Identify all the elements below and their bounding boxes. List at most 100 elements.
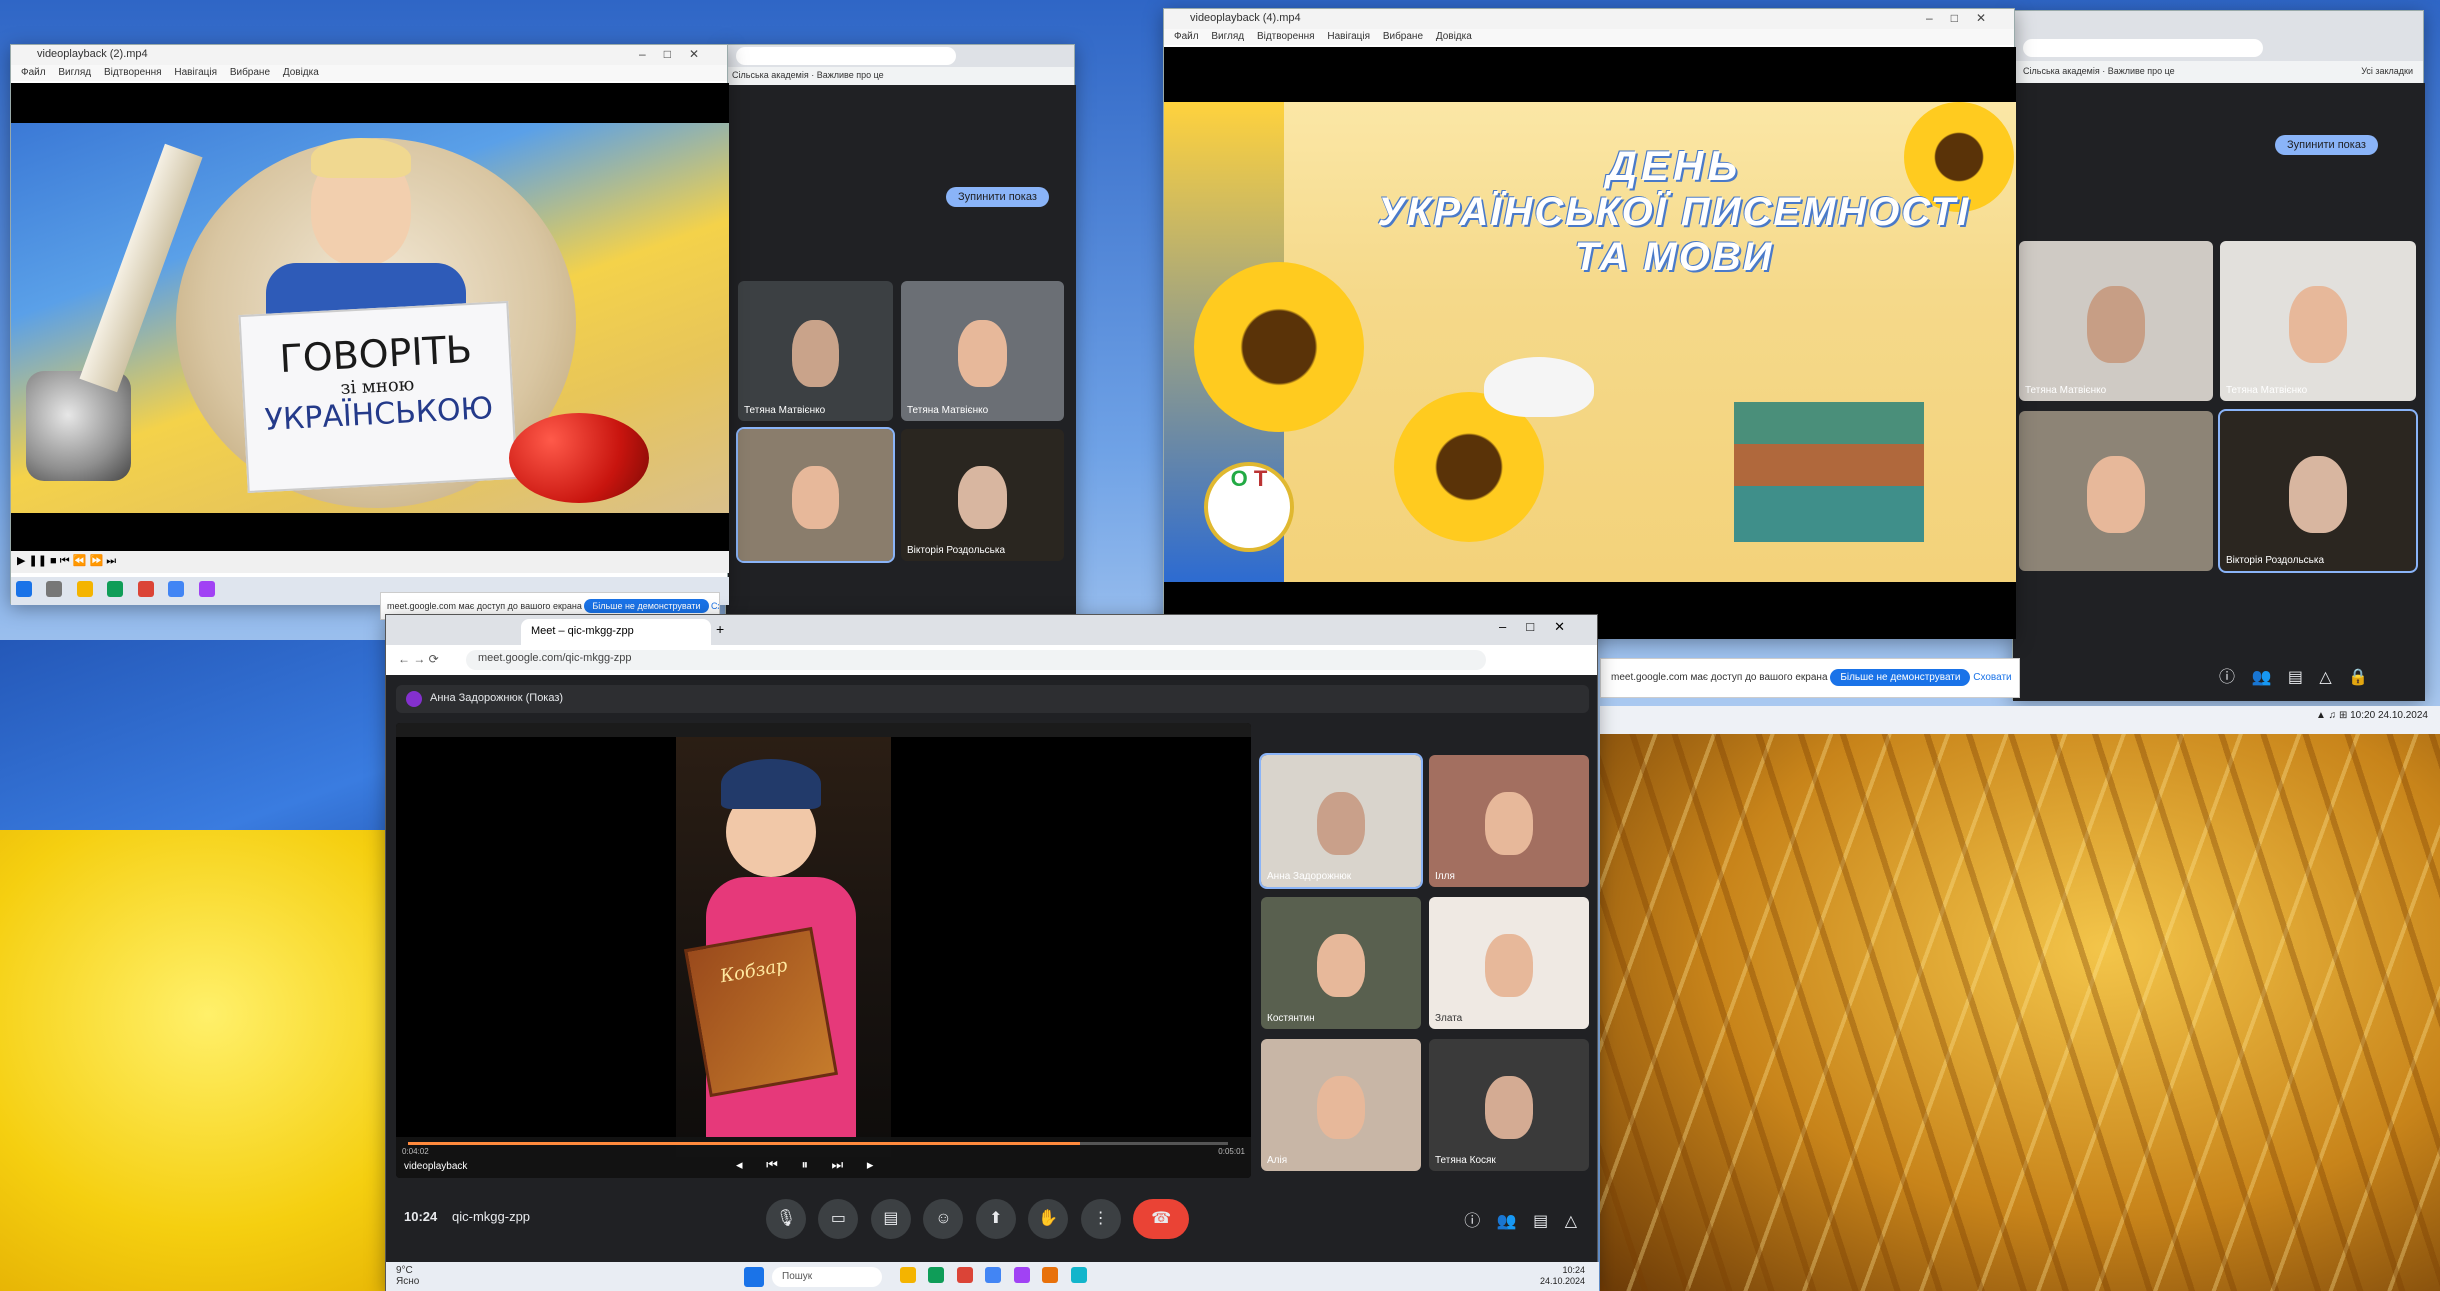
folder-icon[interactable] [900, 1267, 916, 1283]
emoji-icon[interactable]: ☺ [923, 1199, 964, 1239]
edge-icon[interactable] [107, 581, 124, 597]
menu-fav[interactable]: Вибране [1383, 31, 1423, 42]
play-icon[interactable]: ▶ [17, 555, 25, 567]
next-icon[interactable]: ⏭ [106, 555, 116, 567]
folder-icon[interactable] [76, 581, 93, 597]
main-tile-2[interactable]: Ілля [1429, 755, 1589, 887]
notice-hide[interactable]: Сховати [1973, 672, 2011, 683]
main-tile-6[interactable]: Тетяна Косяк [1429, 1039, 1589, 1171]
notice-hide[interactable]: Сховати [711, 601, 719, 611]
bookmark-2[interactable]: Важливе про це [2108, 66, 2175, 76]
right-tile-1[interactable]: Тетяна Матвієнко [2019, 241, 2213, 401]
notice-stop-button[interactable]: Більше не демонструвати [1830, 669, 1971, 686]
camera-icon[interactable]: ▭ [818, 1199, 859, 1239]
url-field[interactable]: meet.google.com/qic-mkgg-zpp [466, 650, 1486, 670]
seek-fill [408, 1142, 1081, 1145]
left-tile-1[interactable]: Тетяна Матвієнко [738, 281, 893, 421]
right-stop-share-button[interactable]: Зупинити показ [2275, 135, 2378, 155]
taskbar-search[interactable]: Пошук [772, 1267, 882, 1287]
chrome-icon[interactable] [137, 581, 154, 597]
menu-nav[interactable]: Навігація [174, 67, 217, 78]
nav-arrows-icon[interactable]: ← → ⟳ [398, 652, 439, 666]
info-icon[interactable]: ⓘ [1464, 1207, 1480, 1231]
right-tile-2[interactable]: Тетяна Матвієнко [2220, 241, 2416, 401]
active-tab[interactable]: Meet – qic-mkgg-zpp [521, 619, 711, 645]
forward-icon[interactable]: ⏩ [89, 555, 103, 567]
tray-time[interactable]: 10:20 [2350, 710, 2375, 721]
pause-icon[interactable]: ❚❚ [29, 555, 47, 567]
participant-face [2288, 455, 2348, 533]
people-icon[interactable]: 👥 [1497, 1211, 1517, 1231]
menu-file[interactable]: Файл [21, 67, 46, 78]
left-tile-3[interactable] [736, 427, 895, 563]
notice-stop-button[interactable]: Більше не демонструвати [584, 599, 709, 613]
activities-icon[interactable]: △ [1565, 1211, 1577, 1231]
participant-name: Анна Задорожнюк [1267, 871, 1352, 882]
present-icon[interactable]: ⬆ [975, 1199, 1016, 1239]
store-icon[interactable] [168, 581, 185, 597]
chat-icon[interactable]: ▤ [1533, 1211, 1548, 1231]
info-icon[interactable]: ⓘ [2219, 663, 2235, 687]
weather-widget[interactable]: 9°C Ясно [396, 1265, 419, 1287]
right-meet-address[interactable] [2023, 39, 2263, 57]
tray-icons[interactable]: ▲ ♫ ⊞ [2316, 710, 2347, 721]
window-controls[interactable]: –□✕ [1499, 619, 1585, 635]
app-icon[interactable] [198, 581, 215, 597]
start-icon[interactable] [16, 581, 32, 597]
store-icon[interactable] [985, 1267, 1002, 1283]
right-tile-3[interactable] [2019, 411, 2213, 571]
raise-hand-icon[interactable]: ✋ [1028, 1199, 1069, 1239]
taskbar-clock[interactable]: 10:24 24.10.2024 [1540, 1265, 1585, 1287]
right-tile-4[interactable]: Вікторія Роздольська [2218, 409, 2418, 573]
window-controls[interactable]: –□✕ [639, 47, 717, 61]
activities-icon[interactable]: △ [2319, 667, 2331, 687]
rewind-icon[interactable]: ⏪ [73, 555, 87, 567]
tray-date[interactable]: 24.10.2024 [2378, 710, 2428, 721]
more-options-icon[interactable]: ⋮ [1080, 1199, 1121, 1239]
participant-face [2086, 455, 2146, 533]
menu-play[interactable]: Відтворення [1257, 31, 1315, 42]
main-tile-3[interactable]: Костянтин [1261, 897, 1421, 1029]
menu-fav[interactable]: Вибране [230, 67, 270, 78]
main-tile-5[interactable]: Алія [1261, 1039, 1421, 1171]
new-tab-icon[interactable]: + [716, 621, 724, 637]
menu-nav[interactable]: Навігація [1327, 31, 1370, 42]
captions-icon[interactable]: ▤ [870, 1199, 911, 1239]
weather-desc: Ясно [396, 1276, 420, 1287]
participant-face [1485, 1075, 1533, 1140]
left-tile-4[interactable]: Вікторія Роздольська [901, 429, 1064, 561]
menu-view[interactable]: Вигляд [58, 67, 91, 78]
stop-icon[interactable]: ■ [50, 555, 57, 567]
left-tile-2[interactable]: Тетяна Матвієнко [901, 281, 1064, 421]
main-meet-window: Meet – qic-mkgg-zpp + –□✕ ← → ⟳ meet.goo… [385, 614, 1599, 1291]
bookmark-2[interactable]: Важливе про це [817, 70, 884, 80]
left-stop-share-button[interactable]: Зупинити показ [946, 187, 1049, 207]
main-tile-4[interactable]: Злата [1429, 897, 1589, 1029]
chat-icon[interactable]: ▤ [2288, 667, 2303, 687]
bookmark-1[interactable]: Сільська академія [732, 70, 809, 80]
all-bookmarks[interactable]: Усі закладки [2361, 66, 2413, 76]
prev-icon[interactable]: ⏮ [60, 555, 70, 567]
menu-file[interactable]: Файл [1174, 31, 1199, 42]
media-icon[interactable] [1042, 1267, 1059, 1283]
left-meet-address[interactable] [736, 47, 956, 65]
telegram-icon[interactable] [1070, 1267, 1087, 1283]
menu-help[interactable]: Довідка [283, 67, 319, 78]
chrome-icon[interactable] [956, 1267, 973, 1283]
menu-view[interactable]: Вигляд [1211, 31, 1244, 42]
menu-play[interactable]: Відтворення [104, 67, 162, 78]
search-icon[interactable] [46, 581, 63, 597]
app-icon[interactable] [1013, 1267, 1030, 1283]
menu-help[interactable]: Довідка [1436, 31, 1472, 42]
mic-icon[interactable]: 🎙 [766, 1199, 806, 1239]
hangup-icon[interactable]: ☎ [1133, 1199, 1190, 1239]
window-controls[interactable]: –□✕ [1926, 11, 2004, 25]
edge-icon[interactable] [928, 1267, 945, 1283]
people-icon[interactable]: 👥 [2251, 667, 2271, 687]
inner-transport-icons[interactable]: ◂ ⏮ ⏸ ⏭ ▸ [736, 1157, 883, 1173]
lock-icon[interactable]: 🔒 [2348, 667, 2368, 687]
bookmark-1[interactable]: Сільська академія [2023, 66, 2100, 76]
main-tile-1[interactable]: Анна Задорожнюк [1259, 753, 1423, 889]
seek-track[interactable] [408, 1142, 1228, 1145]
start-icon[interactable] [744, 1267, 764, 1287]
